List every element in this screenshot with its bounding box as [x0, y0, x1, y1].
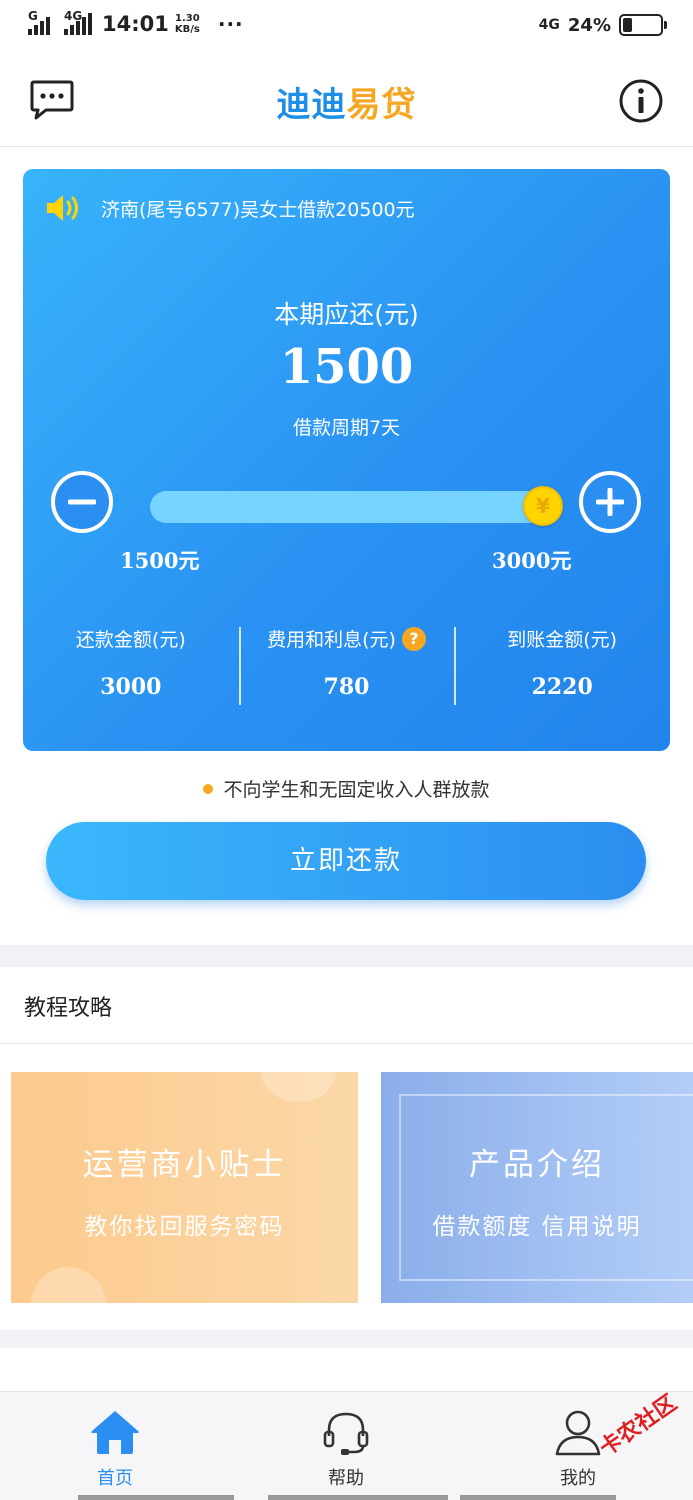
- stat-fees-interest: 费用和利息(元) ? 780: [238, 625, 455, 709]
- stat-received-amount: 到账金额(元) 2220: [454, 625, 670, 709]
- decrease-amount-button[interactable]: [50, 470, 114, 534]
- home-indicator-3: [460, 1495, 616, 1500]
- due-label: 本期应还(元): [274, 300, 419, 329]
- tab-help[interactable]: 帮助: [286, 1406, 406, 1490]
- tile-carrier-tips[interactable]: 运营商小贴士 教你找回服务密码: [11, 1072, 358, 1303]
- speaker-icon: [47, 195, 78, 221]
- home-icon: [91, 1411, 139, 1454]
- app-logo-title: 迪迪易贷: [276, 85, 417, 125]
- home-indicator-2: [268, 1495, 448, 1500]
- info-icon[interactable]: [619, 79, 663, 123]
- divider: [0, 1043, 693, 1044]
- notice-text: 济南(尾号6577)吴女士借款20500元: [101, 198, 415, 221]
- bottom-tab-bar: 首页 帮助 我的: [0, 1391, 693, 1500]
- battery-percent: 24%: [567, 14, 611, 36]
- section-divider-bottom: [0, 1330, 693, 1348]
- slider-min-label: 1500元: [120, 548, 200, 573]
- bullet-dot-icon: [203, 783, 214, 794]
- loan-stats: 还款金额(元) 3000 费用和利息(元) ? 780 到账金额(元) 2220: [23, 625, 670, 709]
- network-speed: 1.30 KB/s: [174, 13, 200, 35]
- increase-amount-button[interactable]: [578, 470, 642, 534]
- tile-product-intro[interactable]: 产品介绍 借款额度 信用说明: [381, 1072, 693, 1303]
- due-amount: 1500: [279, 339, 414, 395]
- amount-slider-handle[interactable]: ¥: [523, 486, 563, 526]
- slider-max-label: 3000元: [492, 548, 572, 573]
- signal-strength-icon: G: [28, 9, 50, 35]
- tab-home[interactable]: 首页: [55, 1406, 175, 1490]
- clock: 14:01: [102, 12, 169, 36]
- app-header: 迪迪易贷: [0, 55, 693, 147]
- home-indicator: [78, 1495, 234, 1500]
- section-title: 教程攻略: [24, 996, 113, 1021]
- signal-4g-icon: 4G: [64, 9, 92, 35]
- repay-now-button[interactable]: 立即还款: [46, 822, 646, 900]
- loan-card: 济南(尾号6577)吴女士借款20500元 本期应还(元) 1500 借款周期7…: [23, 169, 670, 751]
- section-divider: [0, 945, 693, 967]
- network-type: 4G: [538, 17, 560, 33]
- amount-slider-track[interactable]: [150, 491, 550, 523]
- disclaimer: 不向学生和无固定收入人群放款: [0, 775, 693, 802]
- battery-icon: [619, 14, 667, 36]
- loan-period: 借款周期7天: [292, 417, 401, 439]
- notice-bar: 济南(尾号6577)吴女士借款20500元: [45, 193, 415, 223]
- status-bar: G 4G 14:01 1.30 KB/s ··· 4G 24%: [0, 0, 693, 55]
- help-question-icon[interactable]: ?: [401, 626, 426, 651]
- headset-icon: [323, 1412, 369, 1455]
- more-notifications-icon: ···: [217, 12, 244, 36]
- stat-repay-amount: 还款金额(元) 3000: [75, 629, 186, 700]
